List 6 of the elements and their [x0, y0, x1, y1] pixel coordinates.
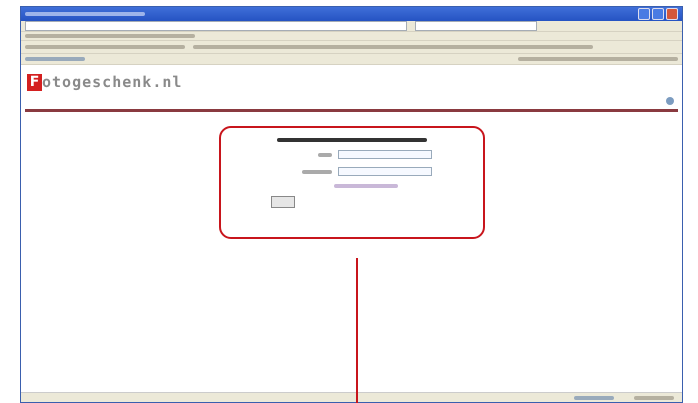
help-icon[interactable] — [666, 97, 674, 105]
logo-initial: F — [27, 74, 42, 90]
logo-text: otogeschenk.nl — [42, 73, 182, 91]
input-field[interactable] — [338, 150, 432, 159]
input-field[interactable] — [338, 167, 432, 176]
login-button[interactable] — [270, 196, 294, 208]
